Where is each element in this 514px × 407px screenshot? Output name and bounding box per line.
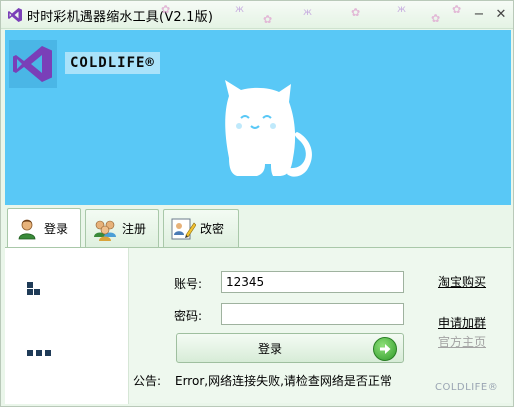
password-input[interactable]	[221, 303, 404, 325]
watermark: COLDLIFE®	[435, 382, 499, 393]
tab-change-password[interactable]: 改密	[163, 209, 239, 247]
login-button[interactable]: 登录	[176, 333, 404, 363]
tab-register-label: 注册	[122, 222, 147, 236]
window-title: 时时彩机遇器缩水工具(V2.1版)	[27, 10, 214, 25]
flower-decoration-icon: ✿	[161, 3, 171, 16]
tab-login[interactable]: 登录	[7, 208, 81, 248]
minimize-icon: −	[473, 6, 485, 22]
notice-text: Error,网络连接失败,请检查网络是否正常	[175, 374, 392, 388]
cat-icon	[225, 80, 313, 177]
side-panel	[5, 248, 129, 404]
user-icon	[14, 216, 40, 242]
flower-decoration-icon: ✿	[431, 12, 441, 25]
app-window: 时时彩机遇器缩水工具(V2.1版) ✿ ж ✿ ж ✿ ж ✿ ✿ − ✕ CO…	[0, 0, 514, 407]
account-label: 账号:	[174, 277, 203, 291]
taobao-link[interactable]: 淘宝购买	[438, 273, 486, 290]
butterfly-decoration-icon: ж	[235, 4, 245, 15]
minimize-button[interactable]: −	[469, 6, 489, 22]
close-button[interactable]: ✕	[491, 6, 511, 22]
tab-strip: 登录 注册 改密	[5, 207, 511, 248]
brand-label: COLDLIFE®	[65, 52, 160, 74]
users-icon	[92, 216, 118, 242]
butterfly-decoration-icon: ж	[397, 4, 407, 15]
tab-login-label: 登录	[44, 222, 69, 236]
join-group-link[interactable]: 申请加群	[438, 314, 486, 331]
login-panel: 账号: 密码: 登录 公告: Error,网络连接失败,请检查网络是否正常 淘宝…	[5, 247, 511, 404]
flower-decoration-icon: ✿	[452, 3, 462, 16]
tab-change-password-label: 改密	[200, 222, 225, 236]
homepage-link[interactable]: 官方主页	[438, 333, 486, 350]
account-input[interactable]	[221, 271, 404, 293]
title-bar[interactable]: 时时彩机遇器缩水工具(V2.1版) ✿ ж ✿ ж ✿ ж ✿ ✿ − ✕	[1, 1, 513, 29]
edit-icon	[170, 216, 196, 242]
arrow-right-icon	[373, 337, 397, 361]
logo-box	[9, 40, 57, 88]
notice-label: 公告:	[133, 374, 162, 388]
butterfly-decoration-icon: ж	[303, 7, 313, 18]
banner: COLDLIFE®	[5, 30, 511, 205]
tab-register[interactable]: 注册	[85, 209, 159, 247]
visual-studio-icon	[13, 46, 52, 82]
close-icon: ✕	[495, 6, 507, 22]
visual-studio-icon	[8, 8, 22, 22]
login-button-label: 登录	[257, 341, 282, 356]
flower-decoration-icon: ✿	[351, 6, 361, 19]
password-label: 密码:	[174, 309, 203, 323]
flower-decoration-icon: ✿	[263, 13, 273, 26]
